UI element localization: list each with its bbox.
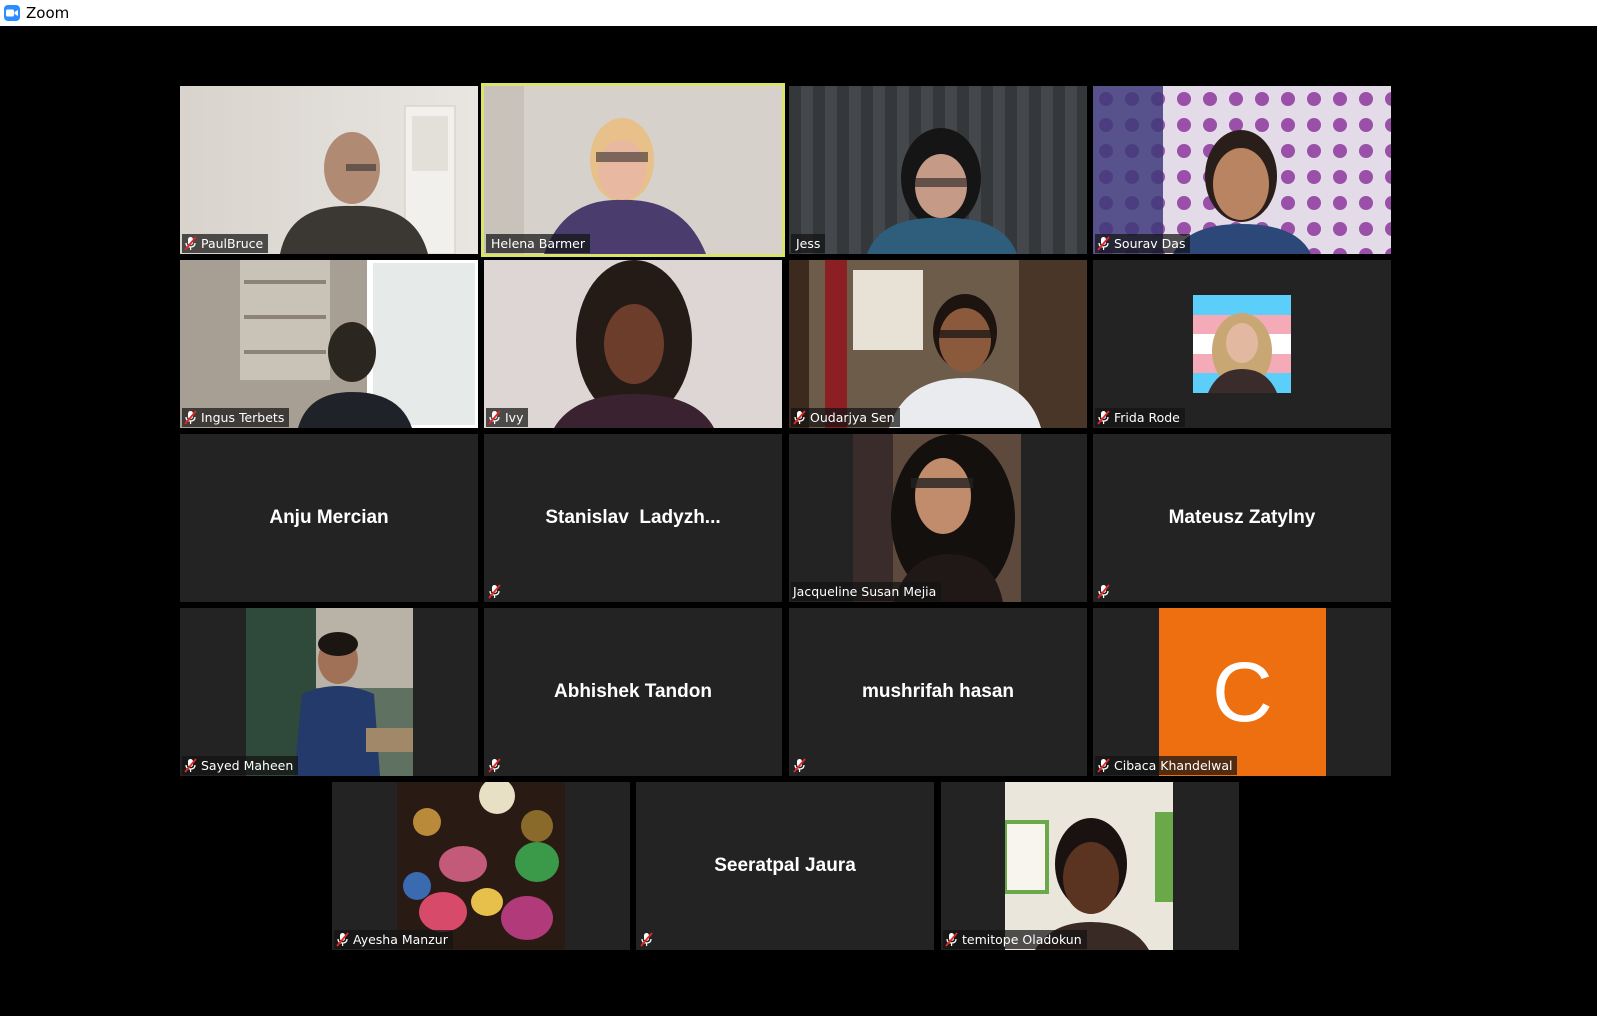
participant-display-name: Stanislav Ladyzh... [545, 507, 721, 528]
microphone-muted-icon [336, 932, 349, 947]
participant-name-label: Helena Barmer [486, 234, 590, 253]
avatar-initial: C [1212, 644, 1273, 739]
participant-video [180, 260, 478, 428]
participant-name: Helena Barmer [491, 236, 585, 251]
participant-display-name: Seeratpal Jaura [714, 855, 856, 876]
participant-tile[interactable]: Sayed Maheen [180, 608, 478, 776]
participant-display-name: Mateusz Zatylny [1168, 507, 1316, 528]
participant-display-name: mushrifah hasan [861, 681, 1015, 702]
participant-video [180, 86, 478, 254]
participant-tile[interactable]: Oudarjya Sen [789, 260, 1087, 428]
profile-photo [246, 608, 413, 776]
microphone-muted-icon [1097, 236, 1110, 251]
participant-name: Frida Rode [1114, 410, 1180, 425]
microphone-muted-icon [1097, 410, 1110, 425]
participant-display-name: Abhishek Tandon [554, 681, 712, 702]
participant-tile[interactable]: PaulBruce [180, 86, 478, 254]
participant-tile[interactable]: Jacqueline Susan Mejia [789, 434, 1087, 602]
participant-tile[interactable]: Ayesha Manzur [332, 782, 630, 950]
participant-name-label: PaulBruce [182, 234, 269, 253]
profile-photo [397, 782, 565, 950]
participant-tile[interactable]: Jess [789, 86, 1087, 254]
microphone-muted-icon [184, 410, 197, 425]
participant-name: Sayed Maheen [201, 758, 294, 773]
microphone-muted-icon [1097, 758, 1110, 773]
participant-name: Ingus Terbets [201, 410, 285, 425]
participant-video [484, 260, 782, 428]
participant-name-label: Jess [791, 234, 826, 253]
microphone-muted-icon [1097, 584, 1111, 599]
microphone-muted-icon [488, 410, 501, 425]
microphone-muted-icon [640, 932, 654, 947]
participant-name-label: Oudarjya Sen [791, 408, 900, 427]
microphone-muted-icon [793, 410, 806, 425]
participant-name: PaulBruce [201, 236, 264, 251]
profile-photo [853, 434, 1021, 602]
participant-name: Ayesha Manzur [353, 932, 448, 947]
participant-tile[interactable]: C Cibaca Khandelwal [1093, 608, 1391, 776]
participant-name: Oudarjya Sen [810, 410, 895, 425]
microphone-muted-icon [945, 932, 958, 947]
participant-tile[interactable]: Seeratpal Jaura [636, 782, 934, 950]
participant-name-label: Ingus Terbets [182, 408, 290, 427]
participant-tile[interactable]: Ingus Terbets [180, 260, 478, 428]
participant-name-label: Ayesha Manzur [334, 930, 453, 949]
participant-name: Jacqueline Susan Mejia [793, 584, 937, 599]
participant-video [484, 86, 782, 254]
participant-tile[interactable]: Stanislav Ladyzh... [484, 434, 782, 602]
microphone-muted-icon [488, 584, 502, 599]
participant-name: temitope Oladokun [962, 932, 1082, 947]
participant-name: Sourav Das [1114, 236, 1186, 251]
participant-tile[interactable]: Abhishek Tandon [484, 608, 782, 776]
participant-tile[interactable]: Mateusz Zatylny [1093, 434, 1391, 602]
participant-video [789, 260, 1087, 428]
participant-display-name: Anju Mercian [269, 507, 389, 528]
participant-name-label: Frida Rode [1095, 408, 1185, 427]
participant-name-label: temitope Oladokun [943, 930, 1087, 949]
microphone-muted-icon [793, 758, 807, 773]
participant-tile[interactable]: Frida Rode [1093, 260, 1391, 428]
participant-tile[interactable]: Ivy [484, 260, 782, 428]
participant-video [789, 86, 1087, 254]
microphone-muted-icon [488, 758, 502, 773]
microphone-muted-icon [184, 758, 197, 773]
participant-name: Jess [796, 236, 821, 251]
participant-tile[interactable]: mushrifah hasan [789, 608, 1087, 776]
microphone-muted-icon [184, 236, 197, 251]
profile-photo [1003, 782, 1173, 950]
participant-video [1093, 86, 1391, 254]
profile-photo [1193, 295, 1291, 393]
participant-name-label: Sourav Das [1095, 234, 1191, 253]
avatar: C [1159, 608, 1326, 776]
participant-name-label: Cibaca Khandelwal [1095, 756, 1238, 775]
participant-name-label: Sayed Maheen [182, 756, 299, 775]
participant-tile[interactable]: temitope Oladokun [941, 782, 1239, 950]
gallery-view: PaulBruce Helena Barmer Jess Sourav Das … [0, 26, 1597, 1016]
participant-name-label: Ivy [486, 408, 529, 427]
participant-tile[interactable]: Anju Mercian [180, 434, 478, 602]
participant-name: Cibaca Khandelwal [1114, 758, 1233, 773]
participant-name-label: Jacqueline Susan Mejia [791, 582, 942, 601]
zoom-camera-icon [4, 5, 20, 21]
window-title: Zoom [26, 4, 70, 22]
participant-name: Ivy [505, 410, 524, 425]
participant-tile-active-speaker[interactable]: Helena Barmer [481, 83, 785, 257]
participant-tile[interactable]: Sourav Das [1093, 86, 1391, 254]
title-bar: Zoom [0, 0, 1597, 26]
